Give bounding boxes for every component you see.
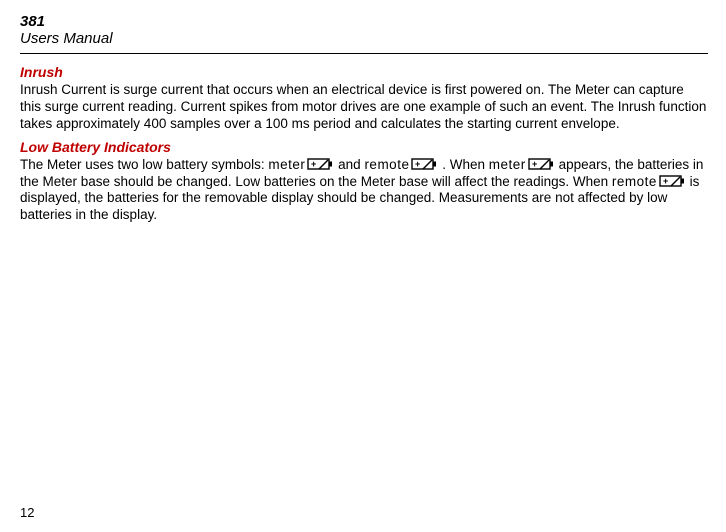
lowbat-text-1: The Meter uses two low battery symbols:: [20, 157, 265, 172]
battery-icon: +: [307, 158, 333, 170]
lowbat-text-2: and: [338, 157, 361, 172]
header-title: Users Manual: [20, 31, 708, 48]
battery-icon: +: [411, 158, 437, 170]
svg-text:+: +: [532, 159, 537, 169]
svg-text:+: +: [311, 159, 316, 169]
lowbat-body: The Meter uses two low battery symbols: …: [20, 157, 708, 225]
remote-label-1: remote: [364, 157, 409, 172]
remote-label-2: remote: [612, 174, 657, 189]
lowbat-heading: Low Battery Indicators: [20, 139, 708, 155]
header-model: 381: [20, 14, 708, 31]
meter-label-2: meter: [489, 157, 526, 172]
header-rule: [20, 53, 708, 54]
battery-icon: +: [659, 175, 685, 187]
page-number: 12: [20, 505, 34, 520]
svg-text:+: +: [663, 176, 668, 186]
inrush-body: Inrush Current is surge current that occ…: [20, 82, 708, 133]
meter-label-1: meter: [268, 157, 305, 172]
battery-icon: +: [528, 158, 554, 170]
inrush-heading: Inrush: [20, 64, 708, 80]
lowbat-text-3: . When: [442, 157, 485, 172]
svg-text:+: +: [415, 159, 420, 169]
